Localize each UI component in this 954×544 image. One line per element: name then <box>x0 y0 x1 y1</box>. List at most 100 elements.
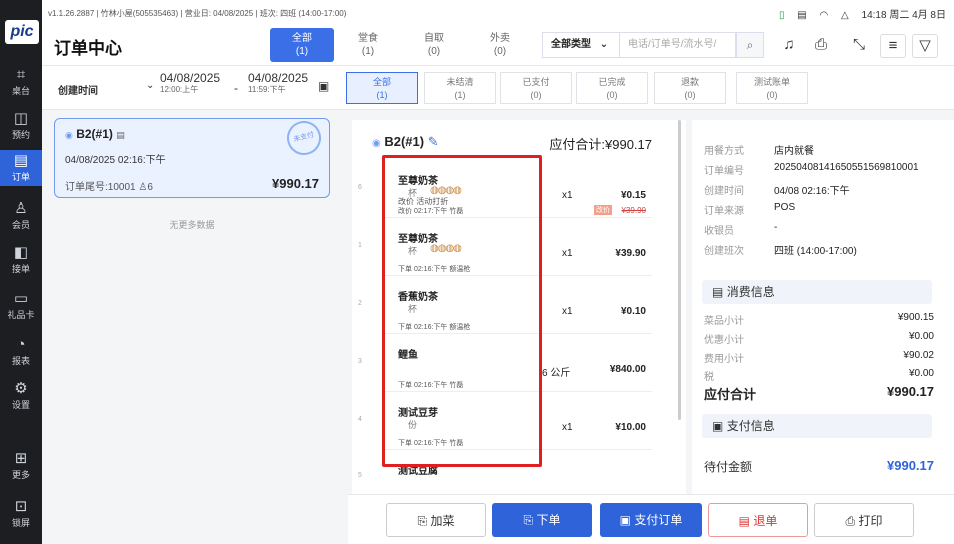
order-amount: ¥990.17 <box>272 176 319 191</box>
refund-button[interactable]: ▤ 退单 <box>708 503 808 537</box>
chevron-down-icon[interactable]: ⌄ <box>146 80 154 92</box>
status-tab-count: (0) <box>684 90 696 100</box>
tab-count: (0) <box>427 46 441 57</box>
wallet-icon: ▣ <box>712 419 724 433</box>
info-key: 订单来源 <box>704 206 744 217</box>
info-value: 20250408141650551569810001 <box>774 162 919 173</box>
type-select-value: 全部类型 <box>551 39 591 50</box>
search-icon[interactable]: ⌕ <box>736 32 764 58</box>
status-tab-count: (0) <box>530 90 542 100</box>
status-tab-paid[interactable]: 已支付 (0) <box>500 72 572 104</box>
battery-icon: ▯ <box>778 10 785 21</box>
nav-item-reports[interactable]: ◔ 报表 <box>0 334 42 370</box>
tab-delivery[interactable]: 外卖 (0) <box>468 28 532 62</box>
nav-label: 设置 <box>11 400 30 410</box>
status-tab-label: 全部 <box>372 77 391 87</box>
nav-item-giftcard[interactable]: ▭ 礼品卡 <box>0 288 42 324</box>
order-list: ◉ B2(#1) ▤ 未支付 04/08/2025 02:16:下午 订单尾号:… <box>42 110 342 544</box>
filter-bar: 创建时间 ⌄ 04/08/2025 12:00:上午 - 04/08/2025 11… <box>42 66 954 110</box>
order-type-select[interactable]: 全部类型 ⌄ <box>542 32 620 58</box>
collapse-icon[interactable]: ⤡ <box>846 34 872 58</box>
consume-key: 税 <box>704 372 714 383</box>
clock: 14:18 周二 4月 8日 <box>861 10 946 21</box>
scrollbar[interactable] <box>678 120 681 420</box>
time-from-value: 12:00:上午 <box>160 85 199 94</box>
status-tab-label: 退款 <box>680 77 699 87</box>
consume-value: ¥0.00 <box>908 368 934 379</box>
date-to-value: 04/08/2025 <box>248 71 309 85</box>
user-icon: ♙ <box>14 200 28 217</box>
order-tail-no: 订单尾号:10001 <box>65 182 136 193</box>
consume-row: 优惠小计 ¥0.00 <box>704 331 934 346</box>
consume-section-title: ▤ 消费信息 <box>702 280 932 304</box>
receipt-icon: ▤ <box>116 130 125 140</box>
nav-item-members[interactable]: ♙ 会员 <box>0 198 42 234</box>
status-tab-test[interactable]: 测试账单 (0) <box>736 72 808 104</box>
status-tab-label: 已完成 <box>598 77 626 87</box>
date-to[interactable]: 04/08/2025 11:59:下午 <box>248 72 308 96</box>
nav-item-settings[interactable]: ⚙ 设置 <box>0 378 42 414</box>
status-tab-count: (1) <box>454 90 466 100</box>
status-tab-completed[interactable]: 已完成 (0) <box>576 72 648 104</box>
store-name: 竹林小屋(505535463) <box>100 9 179 18</box>
page-header: 订单中心 全部 (1) 堂食 (1) 自取 (0) 外卖 (0) 全部类型 ⌄ 电话/订… <box>42 24 954 66</box>
consume-key: 费用小计 <box>704 354 744 365</box>
item-qty: x1 <box>562 190 573 201</box>
price-change-tag: 改价 <box>594 205 612 215</box>
place-order-button[interactable]: ⎘ 下单 <box>492 503 592 537</box>
status-tab-count: (0) <box>606 90 618 100</box>
wallet-icon: ▣ <box>619 513 631 527</box>
place-order-icon: ⎘ <box>523 513 534 527</box>
tab-dine-in[interactable]: 堂食 (1) <box>336 28 400 62</box>
info-value: POS <box>774 202 796 213</box>
refund-icon: ▤ <box>738 514 750 528</box>
search-input[interactable]: 电话/订单号/流水号/ <box>620 32 736 58</box>
status-tab-count: (1) <box>376 90 388 100</box>
status-tab-all[interactable]: 全部 (1) <box>346 72 418 104</box>
status-tab-refund[interactable]: 退款 (0) <box>654 72 726 104</box>
nav-item-accept[interactable]: ◧ 接单 <box>0 242 42 278</box>
item-price: ¥0.15 <box>620 190 646 201</box>
info-value: 店内就餐 <box>774 146 814 157</box>
page-title: 订单中心 <box>54 39 122 58</box>
nav-item-more[interactable]: ⊞ 更多 <box>0 448 42 484</box>
item-price: ¥39.90 <box>615 248 646 259</box>
pay-section-title: ▣ 支付信息 <box>702 414 932 438</box>
tab-all[interactable]: 全部 (1) <box>270 28 334 62</box>
nav-item-reservations[interactable]: ◫ 预约 <box>0 108 42 144</box>
order-time: 04/08/2025 02:16:下午 <box>65 155 166 166</box>
button-label: 加菜 <box>430 514 455 528</box>
guest-count: 6 <box>147 182 153 193</box>
nav-label: 会员 <box>11 220 30 230</box>
nav-label: 订单 <box>11 172 30 182</box>
order-tail: 订单尾号:10001 ♙6 <box>65 178 153 193</box>
nav-item-tables[interactable]: ⌗ 桌台 <box>0 64 42 100</box>
filter-icon[interactable]: ▽ <box>912 34 938 58</box>
item-index: 1 <box>358 242 362 249</box>
print-button[interactable]: ⎙ 打印 <box>814 503 914 537</box>
sort-icon[interactable]: ≡ <box>880 34 906 58</box>
tab-pickup[interactable]: 自取 (0) <box>402 28 466 62</box>
info-value: 四班 (14:00-17:00) <box>774 246 857 257</box>
add-dish-button[interactable]: ⎘ 加菜 <box>386 503 486 537</box>
tab-count: (1) <box>295 46 309 57</box>
receipt-icon: ▤ <box>712 285 724 299</box>
nav-item-orders[interactable]: ▤ 订单 <box>0 150 42 186</box>
edit-icon[interactable]: ✎ <box>428 134 439 149</box>
status-tab-unsettled[interactable]: 未结清 (1) <box>424 72 496 104</box>
info-key: 收银员 <box>704 226 734 237</box>
business-date: 营业日: 04/08/2025 <box>184 9 254 18</box>
order-card[interactable]: ◉ B2(#1) ▤ 未支付 04/08/2025 02:16:下午 订单尾号:… <box>54 117 330 198</box>
calendar-icon[interactable]: ▣ <box>318 80 329 92</box>
tab-label: 外卖 <box>490 33 510 44</box>
consume-row: 税 ¥0.00 <box>704 368 934 383</box>
cloud-icon: △ <box>841 10 849 21</box>
pay-order-button[interactable]: ▣ 支付订单 <box>600 503 702 537</box>
bell-icon[interactable]: ♫ <box>776 34 802 58</box>
date-from[interactable]: 04/08/2025 12:00:上午 <box>160 72 220 96</box>
document-icon: ▤ <box>797 10 807 21</box>
nav-item-lock[interactable]: ⊡ 锁屏 <box>0 496 42 532</box>
highlight-box <box>382 155 542 467</box>
printer-icon[interactable]: ⎙ <box>808 34 834 58</box>
wifi-icon: ◠ <box>819 10 829 21</box>
